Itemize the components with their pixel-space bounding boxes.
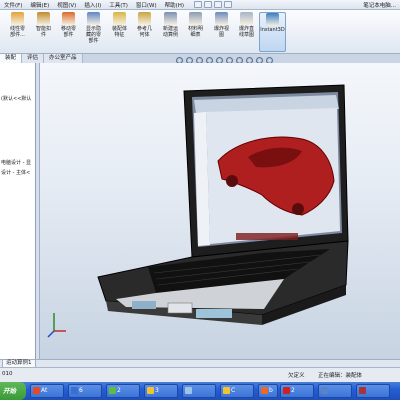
ribbon-button-6[interactable]: 新建运 动算例 [157,12,184,52]
tab-office-products[interactable]: 办公室产品 [44,54,83,63]
taskbar-app-icon [283,387,290,394]
smart-fastener-icon [37,12,50,25]
ribbon-button-label: 参考几 何体 [136,26,152,38]
taskbar-button-5[interactable]: C [220,384,254,398]
tree-item-body[interactable]: 设计 - 主体< [1,169,35,176]
start-button[interactable]: 开始 [0,382,26,400]
tree-item-laptop[interactable]: 电脑设计 - 显 [1,159,35,166]
taskbar-button-label: 6 [79,387,83,394]
menu-insert[interactable]: 插入(I) [80,1,105,9]
menu-edit[interactable]: 编辑(E) [26,1,53,9]
status-bar: 010 欠定义 正在编辑：装配体 [0,367,400,382]
ribbon-button-label: 智能扣 件 [35,26,51,38]
ribbon-button-3[interactable]: 显示隐 藏的零 部件 [80,12,107,52]
taskbar-app-icon [261,387,268,394]
taskbar-app-icon [185,387,192,394]
laptop-model [97,84,349,325]
tree-item-config[interactable]: (默认<<默认 [1,95,35,102]
taskbar-app-icon [147,387,154,394]
taskbar-button-6[interactable]: b [258,384,278,398]
taskbar-button-1[interactable]: 6 [68,384,102,398]
menu-bar: 文件(F) 编辑(E) 视图(V) 插入(I) 工具(T) 窗口(W) 帮助(H… [0,0,400,10]
move-component-icon [62,12,75,25]
ribbon-button-label: 显示隐 藏的零 部件 [85,26,101,44]
ribbon-button-2[interactable]: 移动零 部件 [55,12,82,52]
exploded-view-icon [215,12,228,25]
taskbar: 开始 At 6 2 3 Cb 2 [0,382,400,400]
taskbar-button-label: 3 [155,387,159,394]
ribbon-button-1[interactable]: 智能扣 件 [30,12,57,52]
document-title: 笔记本电脑... [363,2,396,9]
linear-pattern-icon [11,12,24,25]
ribbon-button-5[interactable]: 参考几 何体 [131,12,158,52]
status-left: 010 [2,371,13,377]
status-definition: 欠定义 [288,373,305,379]
show-hidden-icon [87,12,100,25]
menu-tools[interactable]: 工具(T) [105,1,132,9]
taskbar-button-label: 2 [117,387,121,394]
quick-access-toolbar [194,1,233,8]
ribbon-button-7[interactable]: 材料明 细表 [182,12,209,52]
command-tabs: 装配 评估 办公室产品 [0,54,110,63]
menu-help[interactable]: 帮助(H) [161,1,188,9]
graphics-viewport[interactable] [40,63,400,359]
menu-view[interactable]: 视图(V) [53,1,80,9]
status-editing: 正在编辑：装配体 [318,373,363,379]
taskbar-app-icon [223,387,230,394]
taskbar-button-label: At [41,387,48,394]
new-motion-study-icon [164,12,177,25]
ribbon-button-4[interactable]: 装配体 特征 [106,12,133,52]
command-manager: 线性零 部件... 智能扣 件移动零 部件 显示隐 藏的零 部件 装配体 特征 参考几 … [0,10,400,54]
taskbar-app-icon [109,387,116,394]
reference-geometry-icon [138,12,151,25]
ribbon-button-label: 爆炸直 线草图 [238,26,254,38]
menu-file[interactable]: 文件(F) [0,1,26,9]
ribbon-button-10[interactable]: Instant3D [259,12,286,52]
taskbar-button-0[interactable]: At [30,384,64,398]
ribbon-button-label: 线性零 部件... [9,26,25,38]
ribbon-button-label: 新建运 动算例 [162,26,178,38]
motion-study-tabs: 运动算例1 [0,359,400,368]
assembly-feature-icon [113,12,126,25]
instant3d-icon [266,13,279,26]
tab-assembly[interactable]: 装配 [0,54,23,63]
taskbar-button-label: C [231,387,236,394]
open-icon[interactable] [204,1,213,8]
ribbon-button-label: Instant3D [260,27,285,33]
taskbar-app-icon [321,387,328,394]
ribbon-button-label: 装配体 特征 [111,26,127,38]
taskbar-button-label: b [269,387,273,394]
ribbon-button-label: 材料明 细表 [187,26,203,38]
taskbar-app-icon [71,387,78,394]
feature-manager-tree: (默认<<默认 电脑设计 - 显 设计 - 主体< [0,63,36,359]
taskbar-button-2[interactable]: 2 [106,384,140,398]
taskbar-button-8[interactable] [318,384,352,398]
ribbon-button-9[interactable]: 爆炸直 线草图 [233,12,260,52]
taskbar-button-3[interactable]: 3 [144,384,178,398]
taskbar-button-7[interactable]: 2 [280,384,314,398]
menu-window[interactable]: 窗口(W) [132,1,161,9]
taskbar-button-label: 2 [291,387,295,394]
taskbar-app-icon [33,387,40,394]
ribbon-button-0[interactable]: 线性零 部件... [4,12,31,52]
ribbon-button-label: 移动零 部件 [60,26,76,38]
save-icon[interactable] [214,1,223,8]
ribbon-button-8[interactable]: 爆炸视 图 [208,12,235,52]
explode-line-icon [240,12,253,25]
bom-icon [189,12,202,25]
taskbar-button-4[interactable] [182,384,216,398]
new-icon[interactable] [194,1,203,8]
taskbar-button-9[interactable] [356,384,390,398]
select-icon[interactable] [224,1,233,8]
axis-triad [47,313,66,338]
tab-evaluate[interactable]: 评估 [22,54,45,63]
ribbon-button-label: 爆炸视 图 [213,26,229,38]
taskbar-app-icon [359,387,366,394]
